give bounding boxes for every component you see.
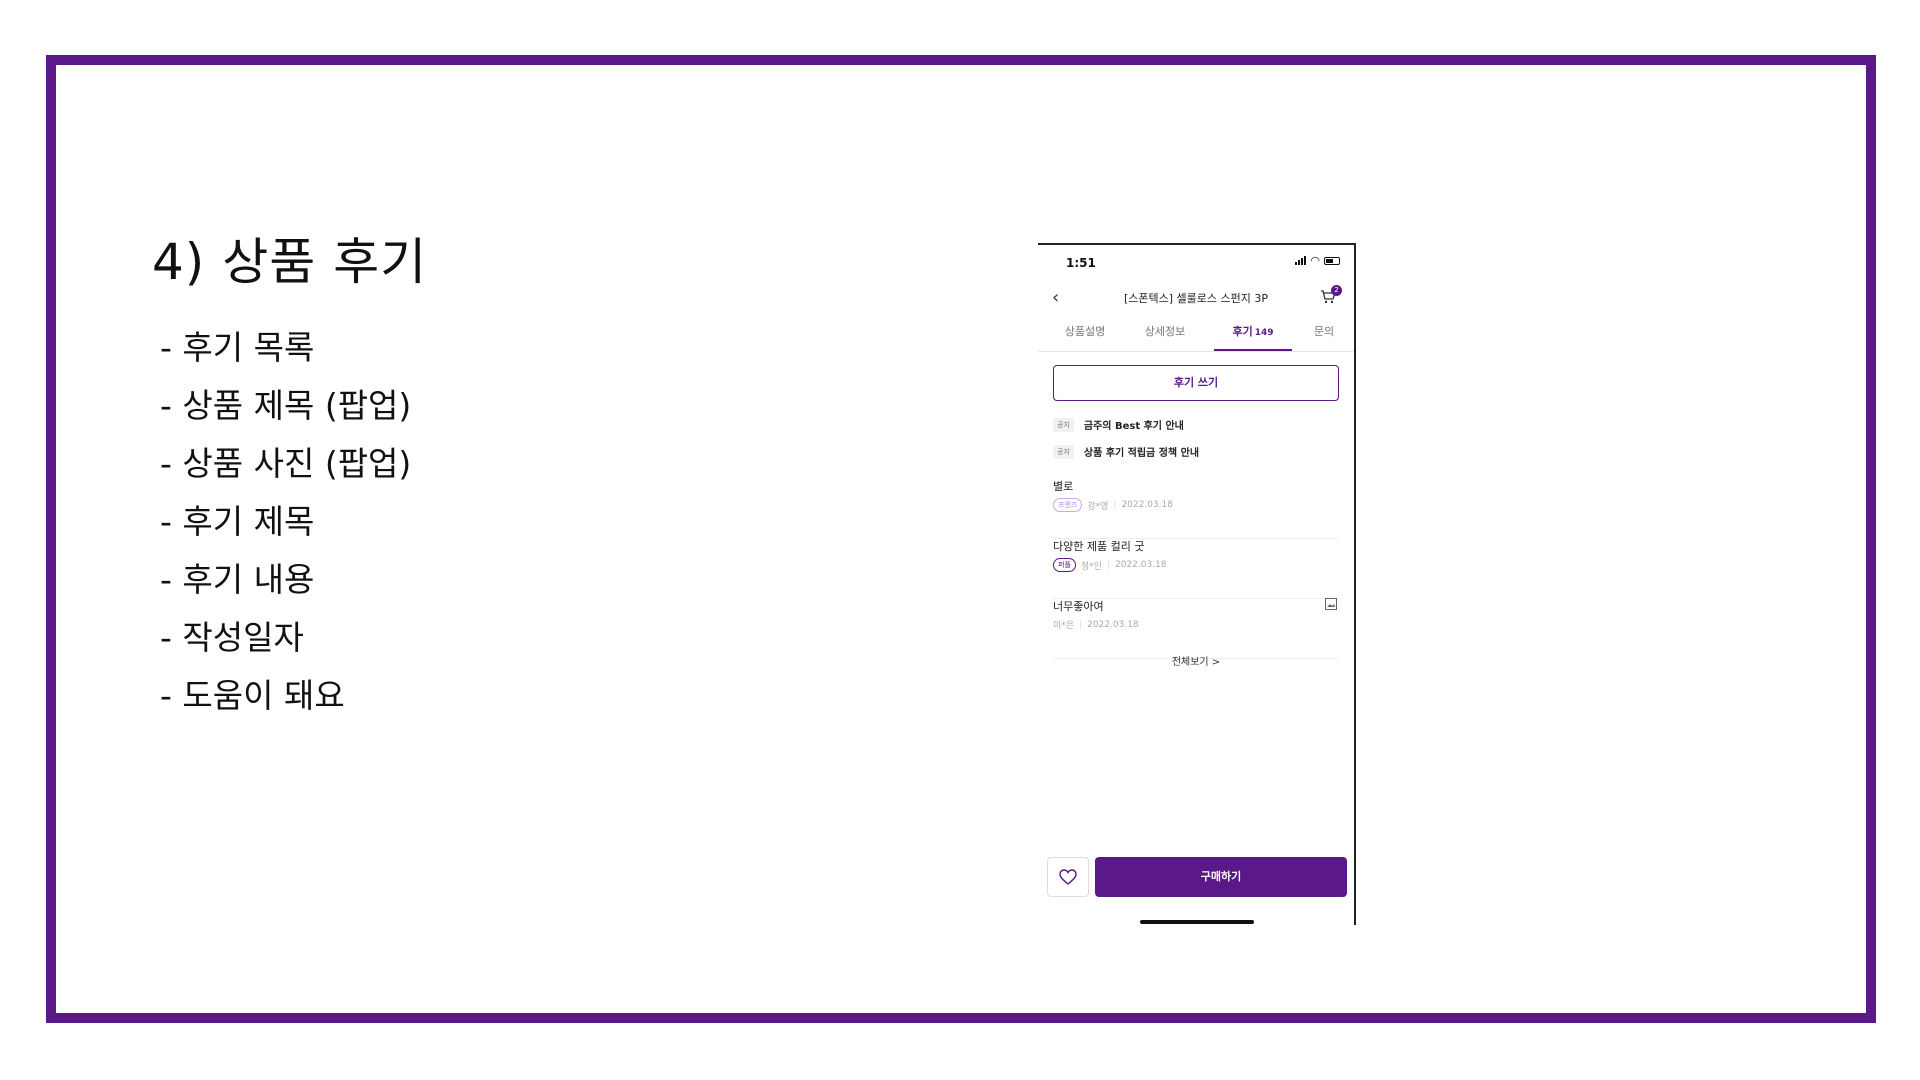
tab-inquiry[interactable]: 문의	[1306, 323, 1342, 349]
battery-icon	[1324, 256, 1340, 265]
review-title: 다양한 제품 컬리 굿	[1053, 540, 1145, 553]
notice-tag: 공지	[1053, 444, 1074, 459]
write-review-button[interactable]: 후기 쓰기	[1053, 365, 1339, 401]
cart-button[interactable]: 2	[1320, 285, 1342, 307]
review-item[interactable]: 다양한 제품 컬리 굿 퍼플 정*인 | 2022.03.18	[1053, 538, 1339, 599]
review-title: 너무좋아여	[1053, 600, 1104, 613]
tab-reviews[interactable]: 후기 149	[1214, 323, 1292, 351]
review-meta: 프렌즈 강*영 | 2022.03.18	[1053, 498, 1173, 512]
tab-label: 상품설명	[1064, 325, 1106, 338]
product-title: [스폰텍스] 셀룰로스 스펀지 3P	[1123, 292, 1269, 305]
view-all-link[interactable]: 전체보기 >	[1038, 653, 1354, 668]
signal-icon	[1295, 256, 1307, 265]
photo-icon	[1325, 598, 1337, 610]
review-count: 149	[1254, 328, 1274, 338]
review-meta: 이*은 | 2022.03.18	[1053, 618, 1139, 632]
meta-separator: |	[1106, 560, 1110, 570]
bullet-item: - 후기 목록	[160, 328, 315, 367]
member-grade-badge: 퍼플	[1053, 558, 1076, 572]
review-item[interactable]: 별로 프렌즈 강*영 | 2022.03.18	[1053, 478, 1339, 539]
review-date: 2022.03.18	[1087, 619, 1139, 630]
tab-label: 상세정보	[1144, 325, 1186, 338]
tab-detail-info[interactable]: 상세정보	[1138, 323, 1192, 349]
review-author: 이*은	[1053, 621, 1075, 631]
status-bar: 1:51 ◠	[1038, 245, 1354, 275]
product-tabs: 상품설명 상세정보 후기 149 문의	[1038, 323, 1354, 352]
bullet-item: - 후기 제목	[160, 502, 315, 541]
buy-button[interactable]: 구매하기	[1095, 857, 1347, 897]
review-title: 별로	[1053, 480, 1074, 493]
review-date: 2022.03.18	[1121, 500, 1173, 510]
bullet-item: - 도움이 돼요	[160, 676, 345, 715]
cart-count-badge: 2	[1331, 285, 1342, 296]
notice-text: 금주의 Best 후기 안내	[1083, 421, 1184, 432]
tab-product-description[interactable]: 상품설명	[1058, 323, 1112, 349]
phone-screenshot: 1:51 ◠ ‹ [스폰텍스] 셀룰로스 스펀지 3P 2 상품설명 상세정보 …	[1038, 243, 1356, 925]
review-meta: 퍼플 정*인 | 2022.03.18	[1053, 558, 1167, 572]
review-author: 강*영	[1087, 501, 1109, 512]
tab-label: 후기	[1232, 325, 1253, 338]
notice-item[interactable]: 공지 상품 후기 적립금 정책 안내	[1053, 444, 1199, 459]
tab-label: 문의	[1313, 325, 1335, 338]
notice-item[interactable]: 공지 금주의 Best 후기 안내	[1053, 417, 1184, 432]
bullet-item: - 상품 제목 (팝업)	[160, 386, 412, 425]
member-grade-badge: 프렌즈	[1053, 498, 1083, 512]
notice-text: 상품 후기 적립금 정책 안내	[1083, 448, 1200, 459]
meta-separator: |	[1079, 619, 1083, 630]
product-navbar: ‹ [스폰텍스] 셀룰로스 스펀지 3P 2	[1038, 285, 1354, 313]
slide-title: 4) 상품 후기	[152, 233, 428, 291]
review-item[interactable]: 너무좋아여 이*은 | 2022.03.18	[1053, 598, 1339, 659]
home-indicator	[1140, 920, 1254, 924]
heart-icon	[1059, 869, 1077, 885]
bullet-list: - 후기 목록 - 상품 제목 (팝업) - 상품 사진 (팝업) - 후기 제…	[160, 326, 411, 732]
review-author: 정*인	[1080, 561, 1102, 572]
notice-tag: 공지	[1053, 417, 1074, 432]
bullet-item: - 작성일자	[160, 618, 304, 657]
bullet-item: - 상품 사진 (팝업)	[160, 444, 412, 483]
status-time: 1:51	[1066, 256, 1096, 270]
wishlist-button[interactable]	[1047, 857, 1089, 897]
bullet-item: - 후기 내용	[160, 560, 315, 599]
review-date: 2022.03.18	[1115, 560, 1167, 570]
status-icons: ◠	[1295, 254, 1340, 267]
wifi-icon: ◠	[1310, 254, 1320, 267]
meta-separator: |	[1113, 500, 1117, 510]
